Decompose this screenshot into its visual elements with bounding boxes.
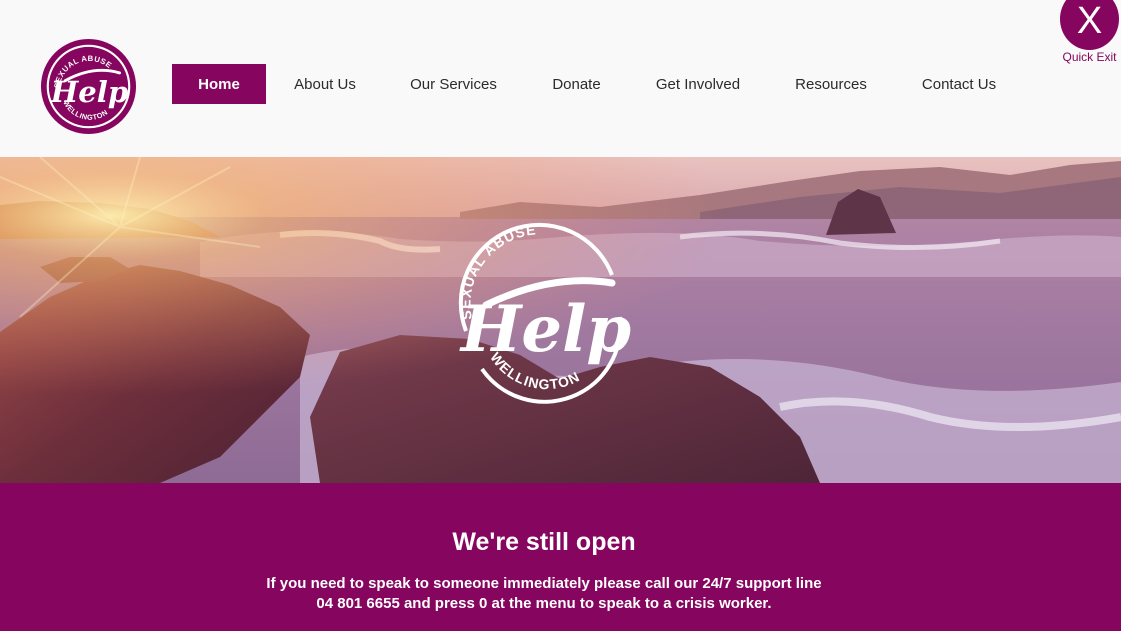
nav-item-our-services[interactable]: Our Services [384,64,523,104]
nav-item-donate[interactable]: Donate [523,64,630,104]
quick-exit-button[interactable]: X Quick Exit [1058,0,1121,66]
site-logo[interactable]: SEXUAL ABUSE WELLINGTON Help [40,38,137,135]
hero-help-logo: SEXUAL ABUSE WELLINGTON Help [457,221,631,404]
hero-image: SEXUAL ABUSE WELLINGTON Help [0,157,1121,483]
site-header: SEXUAL ABUSE WELLINGTON Help Home About … [0,0,1121,157]
logo-main-text: Help [50,75,128,109]
nav-item-about-us[interactable]: About Us [266,64,384,104]
main-nav: Home About Us Our Services Donate Get In… [172,64,1022,104]
nav-item-resources[interactable]: Resources [766,64,896,104]
nav-item-get-involved[interactable]: Get Involved [630,64,766,104]
banner-title: We're still open [452,528,636,556]
close-icon[interactable]: X [1077,2,1102,40]
quick-exit-circle[interactable]: X [1060,0,1119,50]
quick-exit-label[interactable]: Quick Exit [1058,50,1121,64]
still-open-banner: We're still open If you need to speak to… [0,483,1121,631]
banner-text: If you need to speak to someone immediat… [266,575,822,612]
nav-item-contact-us[interactable]: Contact Us [896,64,1022,104]
nav-item-home[interactable]: Home [172,64,266,104]
